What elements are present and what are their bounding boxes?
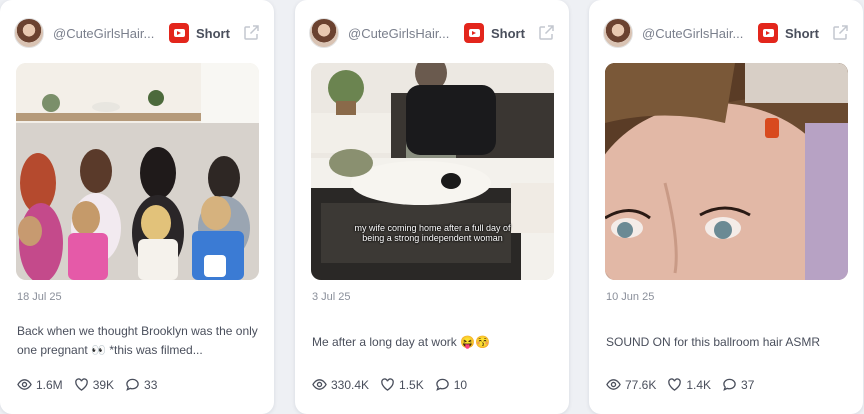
card-header: @CuteGirlsHair... Short — [14, 16, 260, 50]
video-description: SOUND ON for this ballroom hair ASMR — [606, 335, 821, 349]
comments-count: 33 — [144, 377, 158, 392]
views-stat: 1.6M — [17, 377, 63, 392]
publish-date: 3 Jul 25 — [312, 291, 351, 303]
video-card[interactable]: @CuteGirlsHair... Short 10 Jun 25 SOUND — [589, 0, 863, 414]
video-type-label: Short — [196, 25, 230, 41]
eye-icon — [17, 379, 32, 390]
avatar[interactable] — [14, 18, 44, 48]
comments-count: 37 — [741, 377, 755, 392]
channel-handle[interactable]: @CuteGirlsHair... — [348, 26, 454, 41]
video-type-label: Short — [491, 25, 525, 41]
external-link-icon[interactable] — [831, 24, 849, 42]
comments-stat: 33 — [125, 377, 157, 392]
youtube-icon — [464, 23, 484, 43]
likes-count: 39K — [92, 377, 115, 392]
channel-handle[interactable]: @CuteGirlsHair... — [642, 26, 748, 41]
external-link-icon[interactable] — [537, 24, 555, 42]
youtube-icon — [758, 23, 778, 43]
eye-icon — [606, 379, 621, 390]
views-count: 1.6M — [36, 377, 63, 392]
views-stat: 330.4K — [312, 377, 369, 392]
views-count: 330.4K — [331, 377, 370, 392]
video-card[interactable]: @CuteGirlsHair... Short 18 Jul 25 Back w… — [0, 0, 274, 414]
thumbnail-image — [605, 63, 848, 280]
card-header: @CuteGirlsHair... Short — [603, 16, 849, 50]
video-thumbnail[interactable] — [16, 63, 259, 280]
eye-icon — [312, 379, 327, 390]
likes-count: 1.4K — [686, 377, 712, 392]
video-thumbnail[interactable]: my wife coming home after a full day of … — [311, 63, 554, 280]
video-card[interactable]: @CuteGirlsHair... Short my wife coming h… — [295, 0, 569, 414]
publish-date: 10 Jun 25 — [606, 291, 655, 303]
external-link-icon[interactable] — [242, 24, 260, 42]
publish-date: 18 Jul 25 — [17, 291, 62, 303]
youtube-icon — [169, 23, 189, 43]
channel-handle[interactable]: @CuteGirlsHair... — [53, 26, 159, 41]
stats-row: 1.6M 39K 33 — [17, 377, 168, 392]
comment-icon — [126, 378, 139, 391]
comments-stat: 10 — [435, 377, 467, 392]
likes-stat: 39K — [74, 377, 114, 392]
video-description: Me after a long day at work 😝😚 — [312, 335, 490, 349]
likes-count: 1.5K — [399, 377, 424, 392]
comments-count: 10 — [453, 377, 468, 392]
avatar[interactable] — [309, 18, 339, 48]
likes-stat: 1.4K — [667, 377, 711, 392]
views-count: 77.6K — [625, 377, 657, 392]
comment-icon — [435, 378, 449, 391]
heart-icon — [668, 378, 682, 391]
stats-row: 77.6K 1.4K 37 — [606, 377, 765, 392]
video-description: Back when we thought Brooklyn was the on… — [17, 324, 258, 357]
heart-icon — [381, 378, 394, 391]
thumbnail-image — [16, 63, 259, 280]
comment-icon — [723, 378, 736, 391]
thumbnail-caption: my wife coming home after a full day of … — [354, 223, 511, 243]
card-header: @CuteGirlsHair... Short — [309, 16, 555, 50]
video-thumbnail[interactable] — [605, 63, 848, 280]
stats-row: 330.4K 1.5K 10 — [312, 377, 478, 392]
avatar[interactable] — [603, 18, 633, 48]
views-stat: 77.6K — [606, 377, 656, 392]
likes-stat: 1.5K — [380, 377, 424, 392]
thumbnail-image — [311, 63, 554, 280]
heart-icon — [74, 378, 88, 391]
video-type-label: Short — [785, 25, 819, 41]
comments-stat: 37 — [722, 377, 754, 392]
